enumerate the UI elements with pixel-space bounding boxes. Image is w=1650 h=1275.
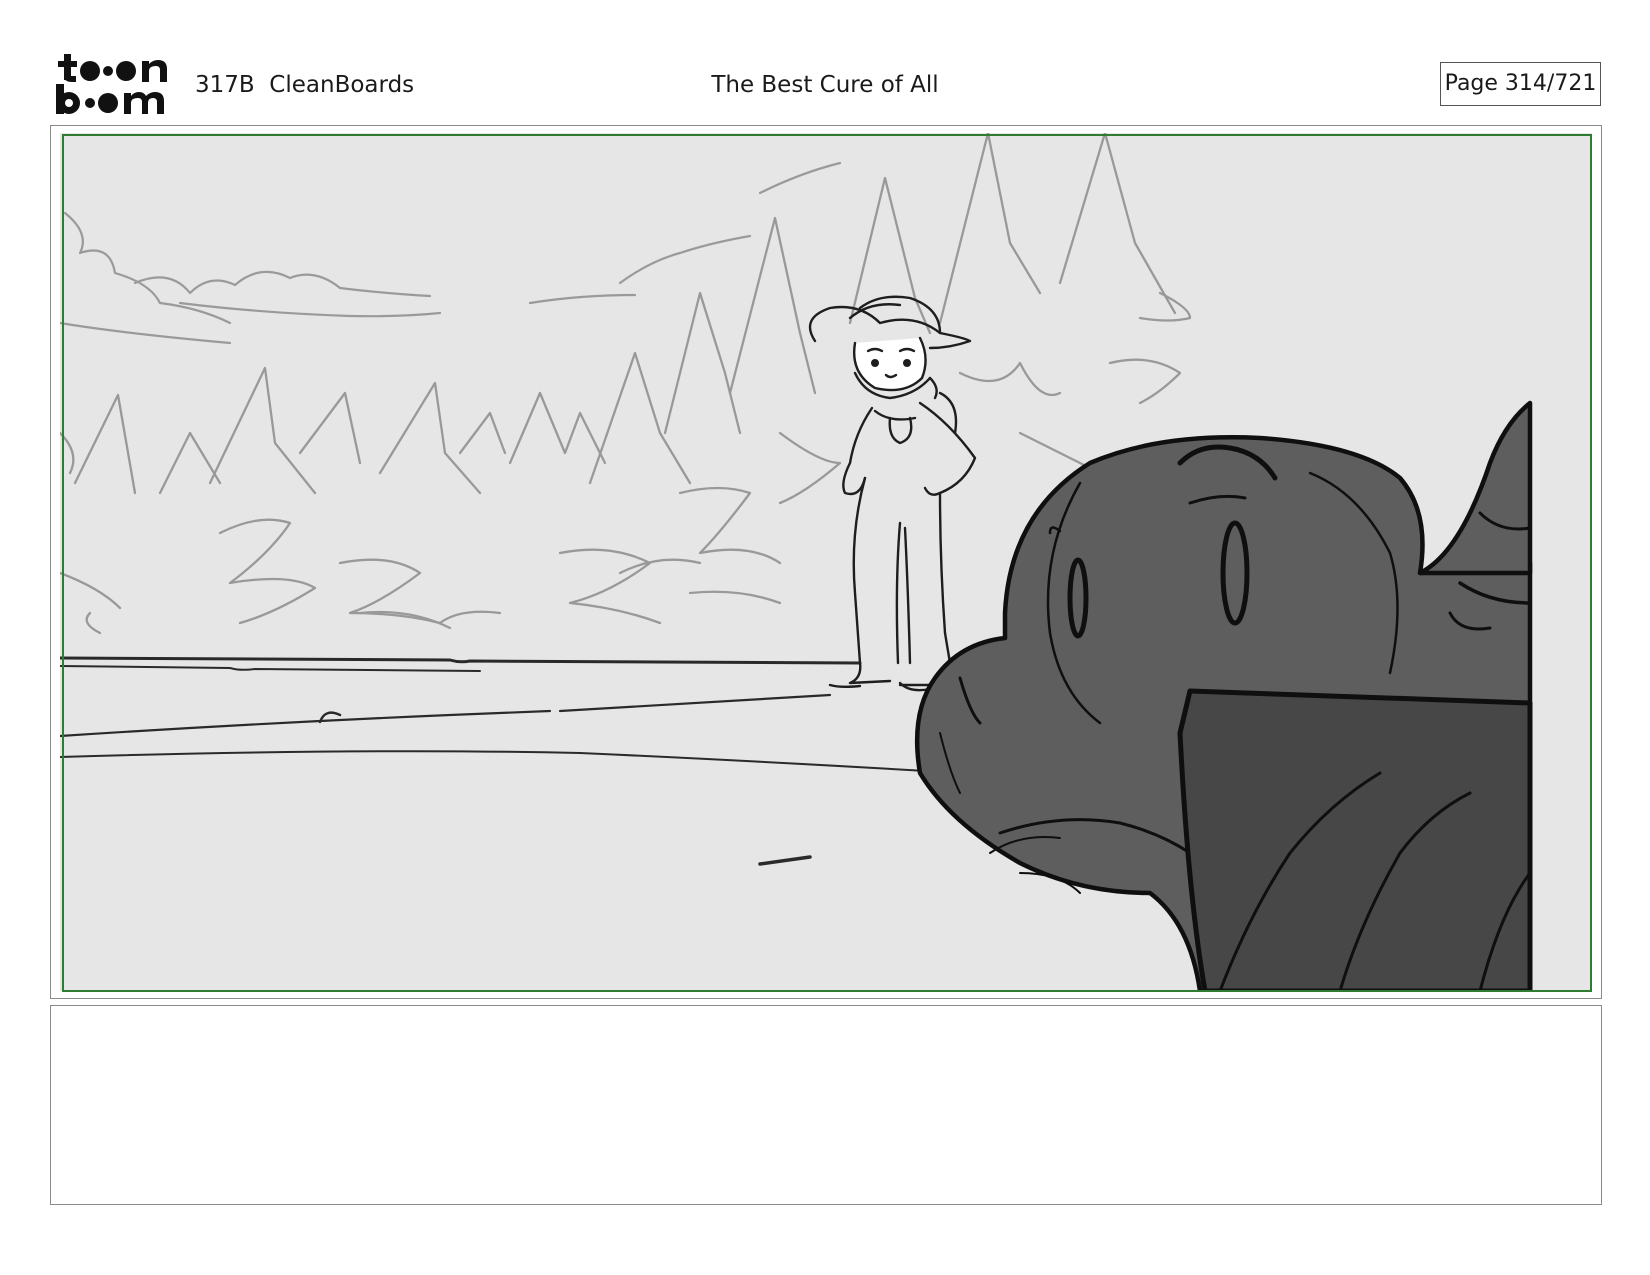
page-number-box: Page 314/721 <box>1440 62 1601 106</box>
storyboard-panel-drawing <box>60 133 1592 991</box>
storyboard-panel <box>50 125 1602 999</box>
panel-notes-box <box>50 1005 1602 1205</box>
document-title: The Best Cure of All <box>711 72 939 98</box>
